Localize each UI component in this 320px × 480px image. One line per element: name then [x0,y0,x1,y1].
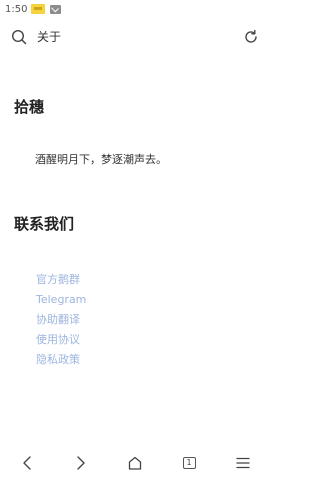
refresh-icon[interactable] [241,27,261,47]
screen: 1:50 关于 拾穗 酒醒明月下，梦逐潮声去。 联系我们 官方鹅群 Telegr… [0,0,270,480]
notification-badge-icon [31,4,46,14]
link-help-translate[interactable]: 协助翻译 [36,310,86,330]
search-icon[interactable] [9,27,29,47]
home-icon[interactable] [124,452,146,474]
download-notification-icon [50,4,62,14]
forward-icon[interactable] [70,452,92,474]
contact-heading: 联系我们 [14,215,75,233]
status-bar: 1:50 [0,0,270,18]
top-bar: 关于 [0,24,270,50]
link-terms-of-use[interactable]: 使用协议 [36,330,86,350]
contact-links: 官方鹅群 Telegram 协助翻译 使用协议 隐私政策 [36,270,86,370]
about-description: 酒醒明月下，梦逐潮声去。 [35,153,167,166]
page-title: 关于 [37,30,62,44]
tab-count: 1 [182,457,196,469]
tabs-icon[interactable]: 1 [178,452,200,474]
link-official-group[interactable]: 官方鹅群 [36,270,86,290]
link-privacy-policy[interactable]: 隐私政策 [36,350,86,370]
status-time: 1:50 [5,3,28,15]
menu-icon[interactable] [232,452,254,474]
link-telegram[interactable]: Telegram [36,290,86,310]
about-heading: 拾穗 [14,98,45,116]
bottom-nav: 1 [0,446,270,480]
back-icon[interactable] [16,452,38,474]
